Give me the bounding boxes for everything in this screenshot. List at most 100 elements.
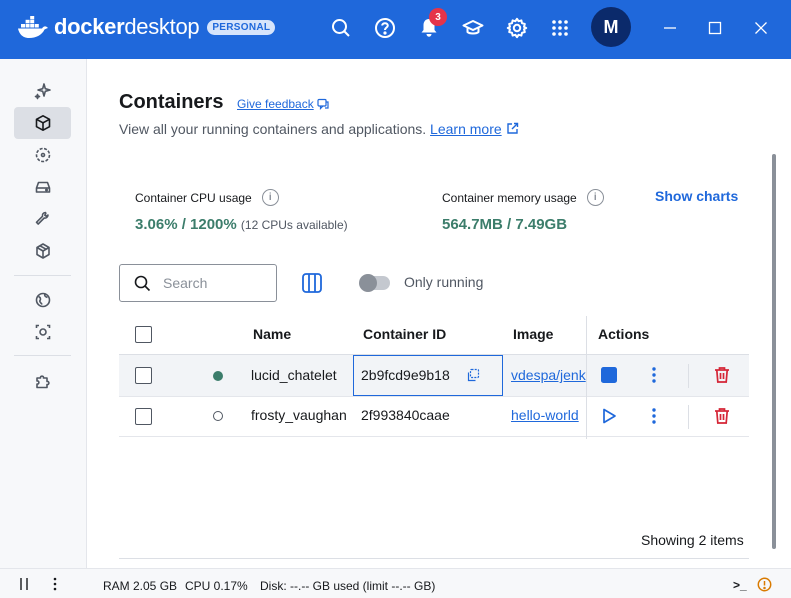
status-menu-icon[interactable] <box>53 577 57 594</box>
user-avatar[interactable]: M <box>591 7 631 47</box>
copy-id-icon[interactable] <box>462 364 484 386</box>
globe-icon <box>35 292 50 308</box>
ram-usage: RAM 2.05 GB <box>103 579 178 593</box>
apps-grid-icon[interactable] <box>547 15 573 41</box>
logo-text: dockerdesktop <box>54 14 200 39</box>
only-running-label: Only running <box>404 274 484 290</box>
container-icon <box>35 115 50 131</box>
cpu-usage: CPU 0.17% <box>185 579 248 593</box>
image-icon <box>35 147 50 163</box>
page-subtitle-text: View all your running containers and app… <box>119 121 427 137</box>
sidebar-item-images[interactable] <box>14 139 71 171</box>
docker-logo: dockerdesktop PERSONAL <box>18 14 276 40</box>
image-link[interactable]: vdespa/jenk <box>511 367 586 383</box>
learn-more-link[interactable]: Learn more <box>430 121 502 137</box>
help-icon[interactable] <box>372 15 398 41</box>
sidebar-item-volumes[interactable] <box>14 171 71 203</box>
search-input[interactable] <box>163 275 263 291</box>
cpu-usage-label-text: Container CPU usage <box>135 190 252 205</box>
search-icon <box>134 275 151 291</box>
status-stopped-indicator <box>213 411 223 421</box>
status-running-indicator <box>213 371 223 381</box>
sidebar-item-ask-gordon[interactable] <box>14 75 71 107</box>
only-running-toggle[interactable] <box>359 274 390 292</box>
cpu-count-note: (12 CPUs available) <box>240 218 348 232</box>
give-feedback-label: Give feedback <box>237 97 314 111</box>
external-link-icon[interactable] <box>506 122 519 135</box>
table-row[interactable]: frosty_vaughan 2f993840caae hello-world <box>119 396 749 437</box>
action-divider <box>688 405 689 429</box>
memory-info-icon[interactable]: i <box>586 189 604 206</box>
delete-trash-icon[interactable] <box>711 364 733 386</box>
terminal-icon[interactable]: >_ <box>733 578 747 592</box>
close-window-icon[interactable] <box>750 17 772 39</box>
title-bar: dockerdesktop PERSONAL 3 M <box>0 0 791 59</box>
sidebar-divider <box>14 355 71 356</box>
docker-whale-icon <box>18 16 48 38</box>
learning-center-icon[interactable] <box>460 15 486 41</box>
memory-usage-value: 564.7MB / 7.49GB <box>442 216 568 233</box>
memory-usage-label-text: Container memory usage <box>442 190 577 205</box>
sidebar-item-docker-hub[interactable] <box>14 284 71 316</box>
sidebar-item-containers[interactable] <box>14 107 71 139</box>
wrench-icon <box>35 211 49 225</box>
vertical-scrollbar[interactable] <box>772 154 776 549</box>
column-header-name[interactable]: Name <box>253 326 291 342</box>
column-header-actions: Actions <box>598 326 650 342</box>
start-play-icon[interactable] <box>598 405 620 427</box>
sidebar-divider <box>14 275 71 276</box>
memory-usage-label: Container memory usage i <box>442 189 604 206</box>
column-header-image[interactable]: Image <box>513 326 553 342</box>
settings-gear-icon[interactable] <box>504 15 530 41</box>
cpu-usage-number: 3.06% / 1200% <box>135 216 237 233</box>
sidebar-item-extensions[interactable] <box>14 365 71 397</box>
give-feedback-link[interactable]: Give feedback <box>237 97 329 111</box>
row-checkbox[interactable] <box>135 408 152 425</box>
sidebar <box>0 59 87 568</box>
notification-count-badge: 3 <box>429 8 447 26</box>
cube-icon <box>35 243 50 259</box>
maximize-window-icon[interactable] <box>704 17 726 39</box>
select-all-checkbox[interactable] <box>135 326 152 343</box>
disk-usage: Disk: --.-- GB used (limit --.-- GB) <box>260 579 436 593</box>
column-header-container-id[interactable]: Container ID <box>363 326 446 342</box>
sidebar-item-builds[interactable] <box>14 203 71 235</box>
main-content: Containers Give feedback View all your r… <box>87 59 791 568</box>
actions-column-divider <box>586 316 587 439</box>
sidebar-item-models[interactable] <box>14 235 71 267</box>
table-row[interactable]: lucid_chatelet 2b9fcd9e9b18 vdespa/jenk <box>119 355 749 396</box>
page-title: Containers <box>119 91 224 113</box>
container-id[interactable]: 2b9fcd9e9b18 <box>361 367 450 383</box>
feedback-icon <box>317 98 329 110</box>
row-divider <box>119 436 749 437</box>
cpu-usage-value: 3.06% / 1200% (12 CPUs available) <box>135 216 348 233</box>
column-settings-icon[interactable] <box>300 271 324 295</box>
scout-icon <box>35 324 50 340</box>
plan-badge: PERSONAL <box>207 19 276 35</box>
container-name[interactable]: lucid_chatelet <box>251 367 349 383</box>
container-name[interactable]: frosty_vaughan <box>251 407 349 423</box>
delete-trash-icon[interactable] <box>711 405 733 427</box>
image-link[interactable]: hello-world <box>511 407 586 423</box>
stop-icon[interactable] <box>598 364 620 386</box>
container-id[interactable]: 2f993840caae <box>361 407 450 423</box>
table-footer-divider <box>119 558 749 559</box>
row-checkbox[interactable] <box>135 367 152 384</box>
status-bar: RAM 2.05 GB CPU 0.17% Disk: --.-- GB use… <box>0 568 791 598</box>
puzzle-icon <box>35 375 50 389</box>
minimize-window-icon[interactable] <box>659 17 681 39</box>
page-subtitle: View all your running containers and app… <box>119 121 519 137</box>
sidebar-collapse-icon[interactable] <box>18 577 30 594</box>
more-options-icon[interactable] <box>643 364 665 386</box>
sidebar-item-docker-scout[interactable] <box>14 316 71 348</box>
more-options-icon[interactable] <box>643 405 665 427</box>
search-box[interactable] <box>119 264 277 302</box>
warning-info-icon[interactable] <box>757 577 772 595</box>
sparkle-icon <box>34 83 51 100</box>
cpu-info-icon[interactable]: i <box>261 189 279 206</box>
drive-icon <box>35 181 50 193</box>
cpu-usage-label: Container CPU usage i <box>135 189 279 206</box>
items-count: Showing 2 items <box>641 532 744 548</box>
search-icon[interactable] <box>328 15 354 41</box>
show-charts-button[interactable]: Show charts <box>655 188 738 204</box>
